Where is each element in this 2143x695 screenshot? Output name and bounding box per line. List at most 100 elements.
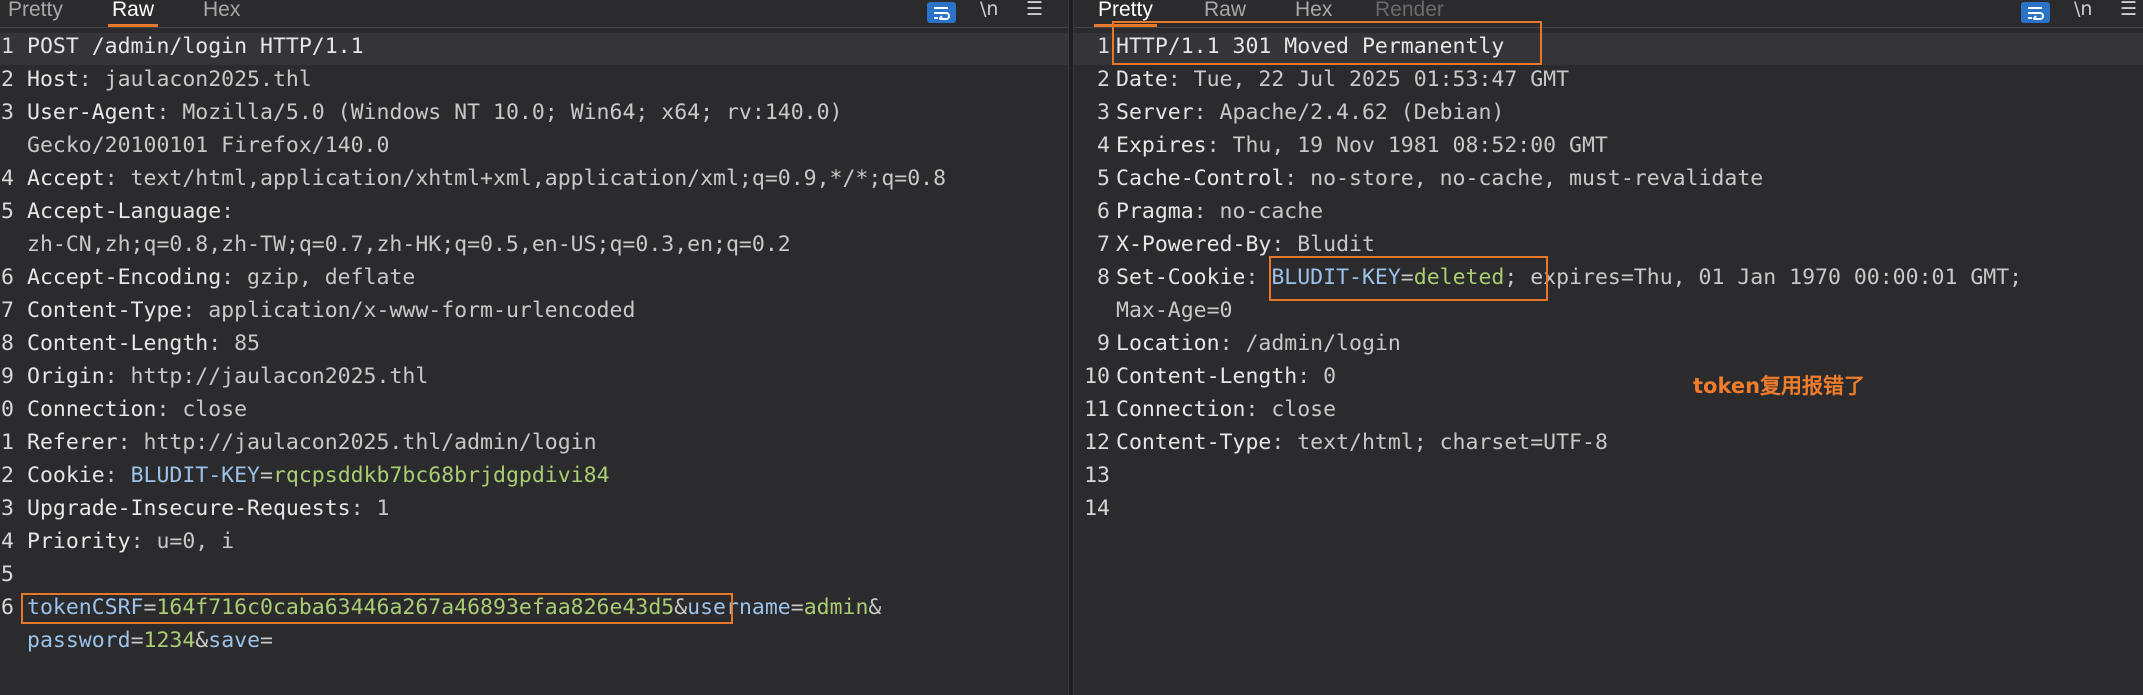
line-number: 7	[1, 298, 14, 323]
code-token: : /admin/login	[1219, 331, 1401, 356]
line-number: 8	[1, 331, 14, 356]
code-line: 13	[1074, 462, 2143, 494]
code-line: 14	[1074, 495, 2143, 527]
line-number: 5	[1097, 166, 1110, 191]
line-content: Connection: close	[1116, 396, 1336, 424]
code-token: save	[208, 628, 261, 653]
line-number: 2	[1097, 67, 1110, 92]
code-token: : gzip, deflate	[221, 265, 416, 290]
line-content: Set-Cookie: BLUDIT-KEY=deleted; expires=…	[1116, 264, 2022, 292]
code-line: 1 Referer: http://jaulacon2025.thl/admin/…	[0, 429, 1068, 461]
code-line: 8 Set-Cookie: BLUDIT-KEY=deleted; expires…	[1074, 264, 2143, 296]
hamburger-menu-icon[interactable]: ☰	[2120, 0, 2137, 24]
highlight-box-set-cookie	[1269, 256, 1548, 301]
code-line: zh-CN,zh;q=0.8,zh-TW;q=0.7,zh-HK;q=0.5,e…	[0, 231, 1068, 263]
line-number: 6	[1, 595, 14, 620]
code-token: Location	[1116, 331, 1220, 356]
code-line: 3 Upgrade-Insecure-Requests: 1	[0, 495, 1068, 527]
code-token: : http://jaulacon2025.thl	[104, 364, 429, 389]
request-tab-pretty[interactable]: Pretty	[4, 0, 67, 27]
code-token: Accept-Encoding	[27, 265, 222, 290]
code-line: 5 Accept-Language:	[0, 198, 1068, 230]
response-pane: Pretty Raw Hex Render \n ☰ 1 HTTP/1.1 301…	[1074, 0, 2143, 695]
line-number: 0	[1, 397, 14, 422]
line-content: User-Agent: Mozilla/5.0 (Windows NT 10.0…	[27, 99, 843, 127]
code-token: Accept-Language	[27, 199, 222, 224]
code-token: : 85	[208, 331, 260, 356]
code-token: : 0	[1297, 364, 1337, 389]
line-content: Cookie: BLUDIT-KEY=rqcpsddkb7bc68brjdgpd…	[27, 462, 610, 490]
code-line: 4 Priority: u=0, i	[0, 528, 1068, 560]
code-token: : Mozilla/5.0 (Windows NT 10.0; Win64; x…	[156, 100, 843, 125]
code-line: 7 X-Powered-By: Bludit	[1074, 231, 2143, 263]
line-number: 3	[1, 100, 14, 125]
code-token: :	[104, 463, 131, 488]
line-number: 5	[1, 562, 14, 587]
highlight-box-status-line	[1112, 21, 1542, 65]
line-number: 4	[1097, 133, 1110, 158]
request-wrap-button[interactable]	[927, 2, 956, 23]
line-content: Content-Length: 0	[1116, 363, 1336, 391]
line-number: 11	[1084, 397, 1110, 422]
code-line: 2 Date: Tue, 22 Jul 2025 01:53:47 GMT	[1074, 66, 2143, 98]
code-token: Set-Cookie	[1116, 265, 1246, 290]
response-newline-toggle[interactable]: \n	[2074, 0, 2092, 24]
code-token: X-Powered-By	[1116, 232, 1272, 257]
code-token: POST /admin/login HTTP/1.1	[27, 34, 364, 59]
code-token: BLUDIT-KEY	[130, 463, 261, 488]
code-token: ; expires=Thu, 01 Jan 1970 00:00:01 GMT;	[1504, 265, 2023, 290]
code-token: : close	[156, 397, 248, 422]
line-content: Server: Apache/2.4.62 (Debian)	[1116, 99, 1504, 127]
line-number: 14	[1084, 496, 1110, 521]
code-token: : no-store, no-cache, must-revalidate	[1284, 166, 1764, 191]
hamburger-menu-icon[interactable]: ☰	[1026, 0, 1043, 24]
request-tab-raw[interactable]: Raw	[108, 0, 159, 27]
code-token: : jaulacon2025.thl	[78, 67, 312, 92]
code-line: 12 Content-Type: text/html; charset=UTF-8	[1074, 429, 2143, 461]
line-number: 5	[1, 199, 14, 224]
code-token: Host	[27, 67, 79, 92]
line-content: zh-CN,zh;q=0.8,zh-TW;q=0.7,zh-HK;q=0.5,e…	[27, 231, 791, 259]
code-token: : u=0, i	[130, 529, 235, 554]
line-number: 9	[1, 364, 14, 389]
code-line: 6 Accept-Encoding: gzip, deflate	[0, 264, 1068, 296]
line-content: Connection: close	[27, 396, 247, 424]
code-token: password	[27, 628, 131, 653]
code-token: Expires	[1116, 133, 1207, 158]
code-token: : Apache/2.4.62 (Debian)	[1193, 100, 1505, 125]
code-line: 9 Origin: http://jaulacon2025.thl	[0, 363, 1068, 395]
code-line: 4 Accept: text/html,application/xhtml+xml…	[0, 165, 1068, 197]
code-token: Server	[1116, 100, 1194, 125]
line-content: Date: Tue, 22 Jul 2025 01:53:47 GMT	[1116, 66, 1569, 94]
code-line: 4 Expires: Thu, 19 Nov 1981 08:52:00 GMT	[1074, 132, 2143, 164]
code-line: Gecko/20100101 Firefox/140.0	[0, 132, 1068, 164]
code-token: Priority	[27, 529, 131, 554]
code-token: Date	[1116, 67, 1168, 92]
line-content: X-Powered-By: Bludit	[1116, 231, 1375, 259]
response-wrap-button[interactable]	[2021, 2, 2050, 23]
code-line: 0 Connection: close	[0, 396, 1068, 428]
code-token: Gecko/20100101 Firefox/140.0	[27, 133, 390, 158]
code-token: =	[260, 628, 273, 653]
line-content: Host: jaulacon2025.thl	[27, 66, 312, 94]
request-newline-toggle[interactable]: \n	[980, 0, 998, 24]
code-token: =	[130, 628, 144, 653]
code-token: Cookie	[27, 463, 105, 488]
code-token: : Thu, 19 Nov 1981 08:52:00 GMT	[1206, 133, 1608, 158]
code-token: zh-CN,zh;q=0.8,zh-TW;q=0.7,zh-HK;q=0.5,e…	[27, 232, 791, 257]
code-token: Origin	[27, 364, 105, 389]
line-number: 9	[1097, 331, 1110, 356]
code-line: 8 Content-Length: 85	[0, 330, 1068, 362]
code-line: 9 Location: /admin/login	[1074, 330, 2143, 362]
code-line: 2 Cookie: BLUDIT-KEY=rqcpsddkb7bc68brjdgp…	[0, 462, 1068, 494]
line-content: Content-Type: application/x-www-form-url…	[27, 297, 635, 325]
code-token: : Tue, 22 Jul 2025 01:53:47 GMT	[1167, 67, 1570, 92]
line-number: 13	[1084, 463, 1110, 488]
line-content: password=1234&save=	[27, 627, 273, 655]
request-tab-hex[interactable]: Hex	[199, 0, 244, 27]
line-number: 3	[1097, 100, 1110, 125]
code-token: &	[868, 595, 882, 620]
code-token: :	[1245, 265, 1272, 290]
highlight-box-token-csrf	[21, 593, 733, 624]
line-number: 1	[1, 430, 14, 455]
